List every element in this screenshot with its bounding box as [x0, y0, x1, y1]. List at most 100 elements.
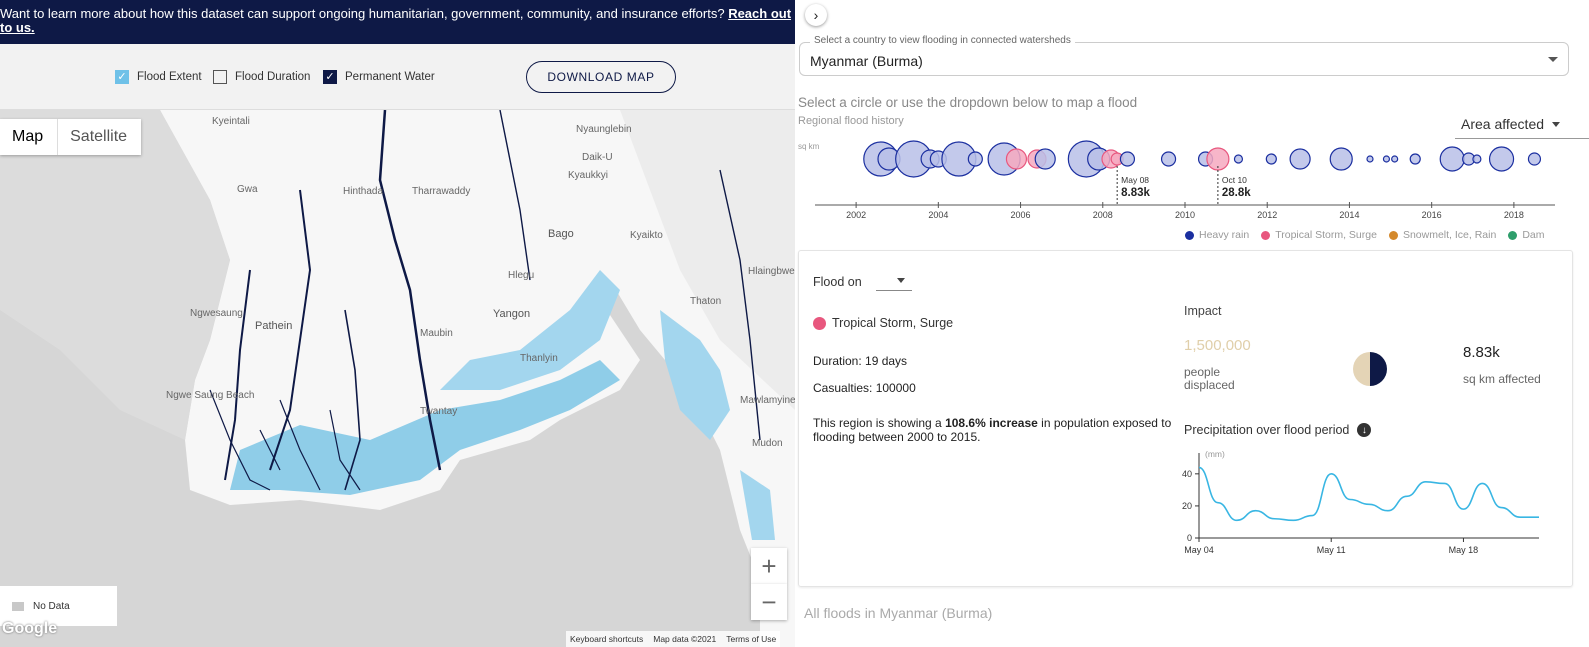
cause-dot-icon: [1261, 230, 1271, 240]
zoom-out-button[interactable]: −: [751, 584, 787, 620]
flood-circle[interactable]: [1382, 155, 1391, 163]
place-label: Kyaukkyi: [568, 170, 609, 181]
place-label: Yangon: [493, 308, 531, 320]
place-label: Thanlyin: [520, 353, 558, 364]
caret-down-icon: [1548, 57, 1558, 62]
flood-circle[interactable]: [1005, 148, 1028, 170]
timeline-tick-label: 2012: [1257, 210, 1277, 220]
cause-legend-item: Dam: [1508, 229, 1544, 241]
flood-circle[interactable]: [1409, 153, 1421, 165]
map-type-satellite-button[interactable]: Satellite: [58, 119, 141, 155]
cause-legend-item: Heavy rain: [1185, 229, 1249, 241]
place-label: Nyaunglebin: [576, 124, 632, 135]
flood-extent-checkbox[interactable]: ✓ Flood Extent: [115, 70, 202, 84]
cause-legend-item: Snowmelt, Ice, Rain: [1388, 229, 1496, 241]
timeline-tick-label: 2004: [928, 210, 948, 220]
flood-circle[interactable]: [1265, 153, 1277, 165]
place-label: Daik-U: [582, 152, 613, 163]
timeline-circles: [863, 140, 1542, 178]
timeline-tick-label: 2008: [1093, 210, 1113, 220]
map-type-toggle: Map Satellite: [0, 119, 142, 155]
terms-of-use-link[interactable]: Terms of Use: [726, 634, 776, 644]
people-displaced-label: people displaced: [1184, 366, 1235, 392]
map-canvas[interactable]: Kyeintali Gwa Hinthada Tharrawaddy Kyauk…: [0, 110, 795, 647]
place-label: Hlaingbwe: [748, 266, 795, 277]
timeline-tick-label: 2014: [1339, 210, 1359, 220]
no-data-swatch: [12, 601, 24, 611]
place-label: Hinthada: [343, 186, 384, 197]
flood-duration-label: Flood Duration: [235, 71, 311, 83]
place-label: Maubin: [420, 328, 453, 339]
flood-circle[interactable]: [1233, 154, 1244, 164]
checkbox-checked-icon: ✓: [323, 70, 337, 84]
flood-duration-checkbox[interactable]: Flood Duration: [213, 70, 310, 84]
country-select[interactable]: Select a country to view flooding in con…: [799, 35, 1569, 76]
caret-down-icon: [896, 278, 905, 283]
flood-extent-label: Flood Extent: [137, 71, 202, 83]
chevron-right-icon: ›: [813, 7, 819, 23]
flood-circle[interactable]: [1472, 154, 1482, 164]
timeline-unit-label: sq km: [798, 142, 820, 151]
trend-text-bold: 108.6% increase: [945, 416, 1038, 430]
map-type-map-button[interactable]: Map: [0, 119, 59, 155]
place-label: Hlegu: [508, 270, 535, 281]
exposure-trend-text: This region is showing a 108.6% increase…: [813, 416, 1183, 444]
flood-circle[interactable]: [967, 151, 983, 167]
flood-on-label: Flood on: [813, 275, 862, 289]
flood-circle[interactable]: [1366, 155, 1374, 163]
timeline-tick-label: 2006: [1011, 210, 1031, 220]
flood-duration: Duration: 19 days: [813, 354, 908, 368]
flood-date-select[interactable]: [875, 273, 912, 291]
cause-dot-icon: [813, 316, 826, 330]
country-select-value: Myanmar (Burma): [810, 53, 923, 69]
place-label: Tharrawaddy: [412, 186, 471, 197]
place-label: Mudon: [752, 438, 783, 449]
caret-down-icon: [1552, 121, 1561, 127]
metric-dropdown[interactable]: Area affected: [1461, 116, 1561, 132]
place-label: Ngwesaung: [190, 308, 243, 319]
flood-circle[interactable]: [1160, 151, 1177, 167]
timeline-tick-label: 2016: [1422, 210, 1442, 220]
flood-detail-card: Flood on Tropical Storm, Surge Duration:…: [798, 250, 1573, 587]
timeline-annotations: May 08 8.83k Oct 10 28.8k: [1116, 166, 1251, 204]
metric-underline: [1455, 138, 1589, 139]
flood-circle[interactable]: [1034, 148, 1056, 170]
place-label: Kyaikto: [630, 230, 663, 241]
instruction-text: Select a circle or use the dropdown belo…: [798, 95, 1138, 110]
no-data-label: No Data: [33, 600, 70, 612]
place-label: Thaton: [690, 296, 722, 307]
people-displaced-label-line2: displaced: [1184, 378, 1235, 392]
timeline-tick-label: 2002: [846, 210, 866, 220]
place-label: Mawlamyine: [740, 395, 795, 406]
all-floods-heading: All floods in Myanmar (Burma): [804, 605, 993, 621]
collapse-panel-button[interactable]: ›: [805, 4, 827, 26]
precip-x-tick-label: May 11: [1317, 545, 1346, 555]
flood-circle[interactable]: [1391, 155, 1399, 163]
download-map-button[interactable]: DOWNLOAD MAP: [526, 61, 676, 93]
flood-circle[interactable]: [1439, 146, 1465, 172]
flood-circle[interactable]: [1488, 146, 1515, 172]
flood-circle[interactable]: [1527, 152, 1542, 166]
download-info-icon[interactable]: ↓: [1357, 423, 1372, 437]
permanent-water-checkbox[interactable]: ✓ Permanent Water: [323, 70, 435, 84]
place-label: Bago: [548, 228, 574, 240]
flood-circle[interactable]: [1119, 151, 1136, 167]
precip-series-line: [1198, 466, 1539, 522]
cause-dot-icon: [1185, 230, 1194, 240]
google-logo: Google: [2, 620, 58, 637]
keyboard-shortcuts-link[interactable]: Keyboard shortcuts: [570, 634, 643, 644]
map-basemap: [0, 110, 795, 647]
country-select-label: Select a country to view flooding in con…: [810, 35, 1075, 46]
precip-y-tick-label: 40: [1182, 469, 1192, 479]
zoom-in-button[interactable]: +: [751, 548, 787, 584]
place-label: Pathein: [255, 320, 293, 332]
info-banner: Want to learn more about how this datase…: [0, 0, 795, 44]
place-label: Twantay: [420, 406, 458, 417]
precip-x-tick-label: May 18: [1449, 545, 1479, 555]
area-affected-value: 8.83k: [1463, 344, 1500, 361]
flood-history-timeline: sq km 2002 2004 2006 2008 2010 2012 2014 2016 20…: [798, 140, 1555, 220]
flood-circle[interactable]: [1289, 148, 1311, 170]
impact-split-circle-icon: [1353, 352, 1387, 386]
precip-unit-label: (mm): [1205, 449, 1225, 459]
flood-circle[interactable]: [1329, 147, 1353, 171]
